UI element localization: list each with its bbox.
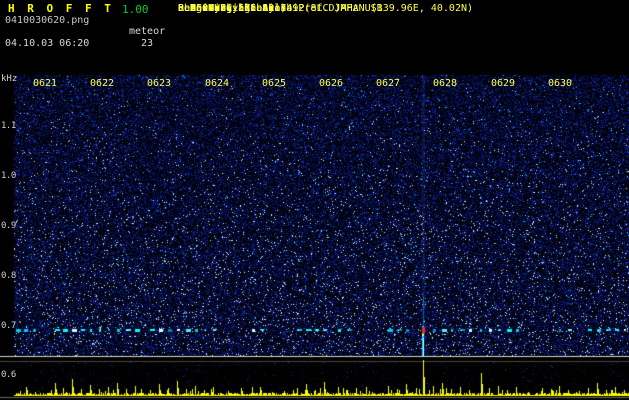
time-tick-label: 0625 (262, 78, 287, 89)
app-logo: H R O F F T (8, 2, 114, 15)
freq-tick-label: 1.0 (1, 171, 16, 181)
observation-datetime: 04.10.03 06:20 (5, 38, 90, 49)
meteor-count: 23 (141, 38, 154, 49)
freq-axis-unit: kHz (1, 74, 18, 84)
freq-tick-label: 0.9 (1, 221, 16, 231)
time-tick-label: 0627 (376, 78, 401, 89)
time-tick-label: 0624 (205, 78, 230, 89)
freq-tick-label: 1.1 (1, 121, 16, 131)
time-tick-label: 0629 (491, 78, 516, 89)
freq-tick-label: 0.6 (1, 370, 16, 380)
mode-label: meteor (129, 26, 166, 37)
time-tick-label: 0622 (90, 78, 115, 89)
output-filename: 0410030620.png (5, 15, 90, 26)
time-tick-label: 0621 (33, 78, 58, 89)
freq-tick-label: 0.7 (1, 321, 16, 331)
app-version: 1.00 (122, 3, 149, 16)
hrofft-window: H R O F F T 1.00 0410030620.png meteor 0… (0, 0, 629, 400)
time-tick-label: 0628 (433, 78, 458, 89)
freq-tick-label: 0.8 (1, 271, 16, 281)
time-tick-label: 0630 (548, 78, 573, 89)
info-value: : A504HB(yagi 4el) (178, 3, 287, 14)
spectrogram-canvas (0, 0, 629, 400)
time-tick-label: 0626 (319, 78, 344, 89)
time-tick-label: 0623 (147, 78, 172, 89)
